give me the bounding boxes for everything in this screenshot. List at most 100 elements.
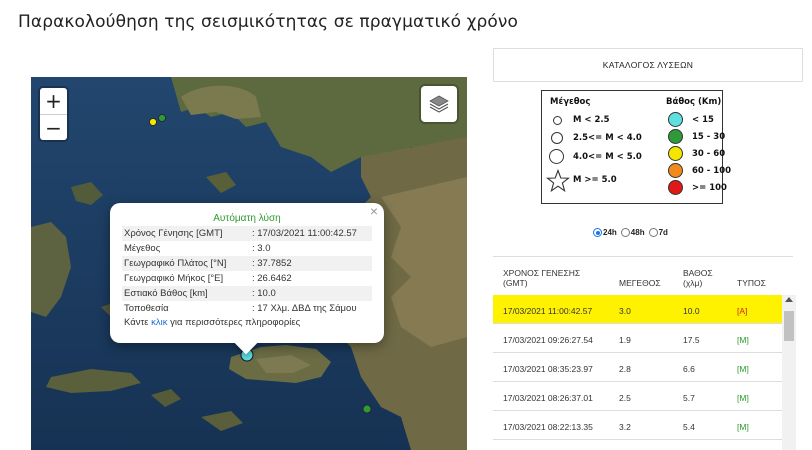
range-label: 24h bbox=[603, 228, 617, 237]
legend-magnitude-label: M < 2.5 bbox=[573, 115, 610, 125]
popup-close-button[interactable]: × bbox=[370, 203, 378, 219]
cell-type: [M] bbox=[737, 364, 749, 374]
popup-value: : 17 Χλμ. ΔΒΔ της Σάμου bbox=[252, 303, 357, 314]
events-table-header: ΧΡΟΝΟΣ ΓΕΝΕΣΗΣ (GMT) ΜΕΓΕΘΟΣ ΒΑΘΟΣ (χλμ) Τ… bbox=[493, 256, 793, 296]
header-depth-line2: (χλμ) bbox=[683, 278, 703, 288]
table-row[interactable]: 17/03/2021 09:26:27.54 1.9 17.5 [M] bbox=[493, 324, 782, 353]
popup-row: Τοποθεσία : 17 Χλμ. ΔΒΔ της Σάμου bbox=[122, 301, 372, 316]
cell-type: [A] bbox=[737, 306, 748, 316]
depth-dot-icon bbox=[668, 146, 683, 161]
cell-time: 17/03/2021 08:35:23.97 bbox=[503, 364, 593, 374]
legend-magnitude-label: 4.0<= M < 5.0 bbox=[573, 152, 642, 162]
popup-value: : 10.0 bbox=[250, 286, 372, 301]
popup-row: Μέγεθος : 3.0 bbox=[122, 241, 372, 256]
radio-button[interactable] bbox=[648, 228, 658, 237]
zoom-in-button[interactable]: + bbox=[40, 88, 67, 114]
range-option-48h[interactable]: 48h bbox=[620, 228, 645, 237]
legend-magnitude-title: Μέγεθος bbox=[550, 97, 591, 107]
cell-time: 17/03/2021 11:00:42.57 bbox=[503, 306, 593, 316]
header-depth-line1: ΒΑΘΟΣ bbox=[683, 268, 713, 278]
table-scrollbar[interactable] bbox=[782, 295, 796, 450]
popup-label: Χρόνος Γένησης [GMT] bbox=[122, 226, 250, 241]
cell-depth: 6.6 bbox=[683, 364, 695, 374]
legend-depth-label: >= 100 bbox=[692, 183, 727, 193]
popup-label: Μέγεθος bbox=[124, 243, 161, 254]
layers-icon bbox=[429, 95, 449, 113]
table-row[interactable]: 17/03/2021 08:26:37.01 2.5 5.7 [M] bbox=[493, 382, 782, 411]
header-magnitude: ΜΕΓΕΘΟΣ bbox=[619, 278, 661, 288]
magnitude-small-circle-icon bbox=[553, 116, 562, 125]
table-row[interactable]: 17/03/2021 08:22:13.35 3.2 5.4 [M] bbox=[493, 411, 782, 440]
more-info-link[interactable]: κλικ bbox=[151, 317, 167, 328]
zoom-out-button[interactable]: − bbox=[40, 114, 67, 140]
header-type: ΤΥΠΟΣ bbox=[737, 278, 766, 288]
more-info-text: Κάντε bbox=[124, 317, 152, 328]
star-icon bbox=[546, 169, 570, 193]
cell-time: 17/03/2021 08:26:37.01 bbox=[503, 393, 593, 403]
cell-time: 17/03/2021 09:26:27.54 bbox=[503, 335, 593, 345]
cell-depth: 17.5 bbox=[683, 335, 700, 345]
header-depth: ΒΑΘΟΣ (χλμ) bbox=[683, 268, 713, 288]
range-label: 7d bbox=[658, 228, 668, 237]
popup-label: Γεωγραφικό Μήκος [°E] bbox=[124, 273, 224, 284]
cell-magnitude: 2.5 bbox=[619, 393, 631, 403]
cell-depth: 5.7 bbox=[683, 393, 695, 403]
header-time-line2: (GMT) bbox=[503, 278, 528, 288]
catalog-title: ΚΑΤΑΛΟΓΟΣ ΛΥΣΕΩΝ bbox=[493, 48, 803, 82]
radio-button[interactable] bbox=[620, 228, 630, 237]
popup-value: : 17/03/2021 11:00:42.57 bbox=[250, 226, 372, 241]
layers-button[interactable] bbox=[421, 86, 457, 122]
cell-magnitude: 3.2 bbox=[619, 422, 631, 432]
popup-row: Γεωγραφικό Μήκος [°E] : 26.6462 bbox=[122, 271, 372, 286]
range-option-7d[interactable]: 7d bbox=[648, 228, 668, 237]
popup-details-table: Χρόνος Γένησης [GMT]: 17/03/2021 11:00:4… bbox=[122, 226, 372, 316]
more-info-text: για περισσότερες πληροφορίες bbox=[167, 317, 301, 328]
radio-button[interactable] bbox=[593, 228, 602, 237]
catalog-panel: ΚΑΤΑΛΟΓΟΣ ΛΥΣΕΩΝ Μέγεθος Βάθος (Km) M < … bbox=[493, 48, 812, 450]
events-table-body: 17/03/2021 11:00:42.57 3.0 10.0 [A] 17/03/2… bbox=[493, 295, 782, 440]
legend-magnitude-label: 2.5<= M < 4.0 bbox=[573, 133, 642, 143]
cell-type: [M] bbox=[737, 393, 749, 403]
cell-type: [M] bbox=[737, 335, 749, 345]
legend-depth-label: 60 - 100 bbox=[692, 166, 732, 176]
depth-dot-icon bbox=[668, 163, 683, 178]
legend-magnitude-label: M >= 5.0 bbox=[573, 175, 617, 185]
cell-magnitude: 1.9 bbox=[619, 335, 631, 345]
popup-label: Εστιακό Βάθος [km] bbox=[122, 286, 250, 301]
zoom-control: + − bbox=[40, 88, 67, 140]
popup-row: Εστιακό Βάθος [km]: 10.0 bbox=[122, 286, 372, 301]
depth-dot-icon bbox=[668, 180, 683, 195]
depth-dot-icon bbox=[668, 129, 683, 144]
table-row[interactable]: 17/03/2021 11:00:42.57 3.0 10.0 [A] bbox=[493, 295, 782, 324]
popup-row: Γεωγραφικό Πλάτος [°N]: 37.7852 bbox=[122, 256, 372, 271]
legend-depth-title: Βάθος (Km) bbox=[666, 97, 722, 107]
cell-time: 17/03/2021 08:22:13.35 bbox=[503, 422, 593, 432]
popup-title: Αυτόματη λύση bbox=[213, 213, 281, 224]
popup-value: : 26.6462 bbox=[252, 273, 292, 284]
table-row[interactable]: 17/03/2021 08:35:23.97 2.8 6.6 [M] bbox=[493, 353, 782, 382]
popup-label: Τοποθεσία bbox=[124, 303, 169, 314]
cell-magnitude: 2.8 bbox=[619, 364, 631, 374]
magnitude-medium-circle-icon bbox=[551, 132, 563, 144]
scroll-thumb[interactable] bbox=[784, 311, 794, 341]
legend-box: Μέγεθος Βάθος (Km) M < 2.5 2.5<= M < 4.0… bbox=[541, 90, 731, 204]
cell-depth: 10.0 bbox=[683, 306, 700, 316]
range-label: 48h bbox=[630, 228, 645, 237]
popup-label: Γεωγραφικό Πλάτος [°N] bbox=[122, 256, 250, 271]
range-option-24h[interactable]: 24h bbox=[593, 228, 617, 237]
event-popup: × Αυτόματη λύση Χρόνος Γένησης [GMT]: 17… bbox=[110, 203, 384, 355]
page-title: Παρακολούθηση της σεισμικότητας σε πραγμ… bbox=[18, 12, 519, 32]
cell-depth: 5.4 bbox=[683, 422, 695, 432]
popup-row: Χρόνος Γένησης [GMT]: 17/03/2021 11:00:4… bbox=[122, 226, 372, 241]
popup-value: : 3.0 bbox=[252, 243, 271, 254]
cell-magnitude: 3.0 bbox=[619, 306, 631, 316]
popup-more-info: Κάντε κλικ για περισσότερες πληροφορίες bbox=[122, 316, 372, 329]
scroll-up-arrow-icon[interactable] bbox=[785, 297, 793, 302]
cell-type: [M] bbox=[737, 422, 749, 432]
depth-dot-icon bbox=[668, 112, 683, 127]
time-range-selector: 24h 48h 7d bbox=[593, 228, 672, 237]
legend-depth-label: 30 - 60 bbox=[692, 149, 726, 159]
header-time-line1: ΧΡΟΝΟΣ ΓΕΝΕΣΗΣ bbox=[503, 268, 581, 278]
magnitude-large-circle-icon bbox=[549, 149, 564, 164]
legend-depth-label: < 15 bbox=[692, 115, 714, 125]
